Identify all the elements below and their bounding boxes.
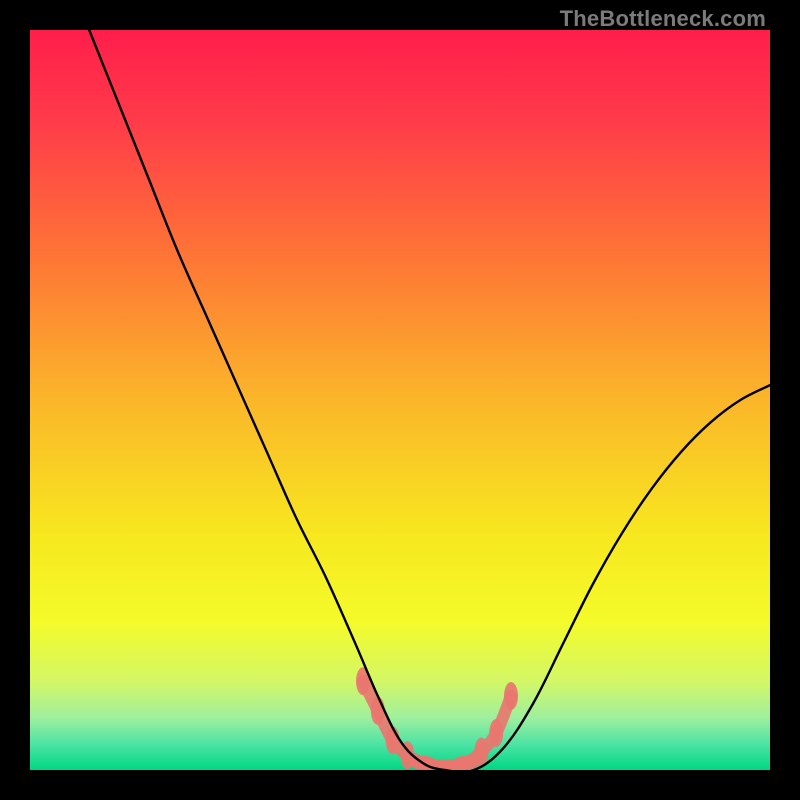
bottleneck-curve [89, 30, 770, 770]
chart-frame: TheBottleneck.com [0, 0, 800, 800]
curve-layer [30, 30, 770, 770]
plot-area [30, 30, 770, 770]
trough-marker [356, 667, 518, 770]
watermark-text: TheBottleneck.com [560, 6, 766, 32]
